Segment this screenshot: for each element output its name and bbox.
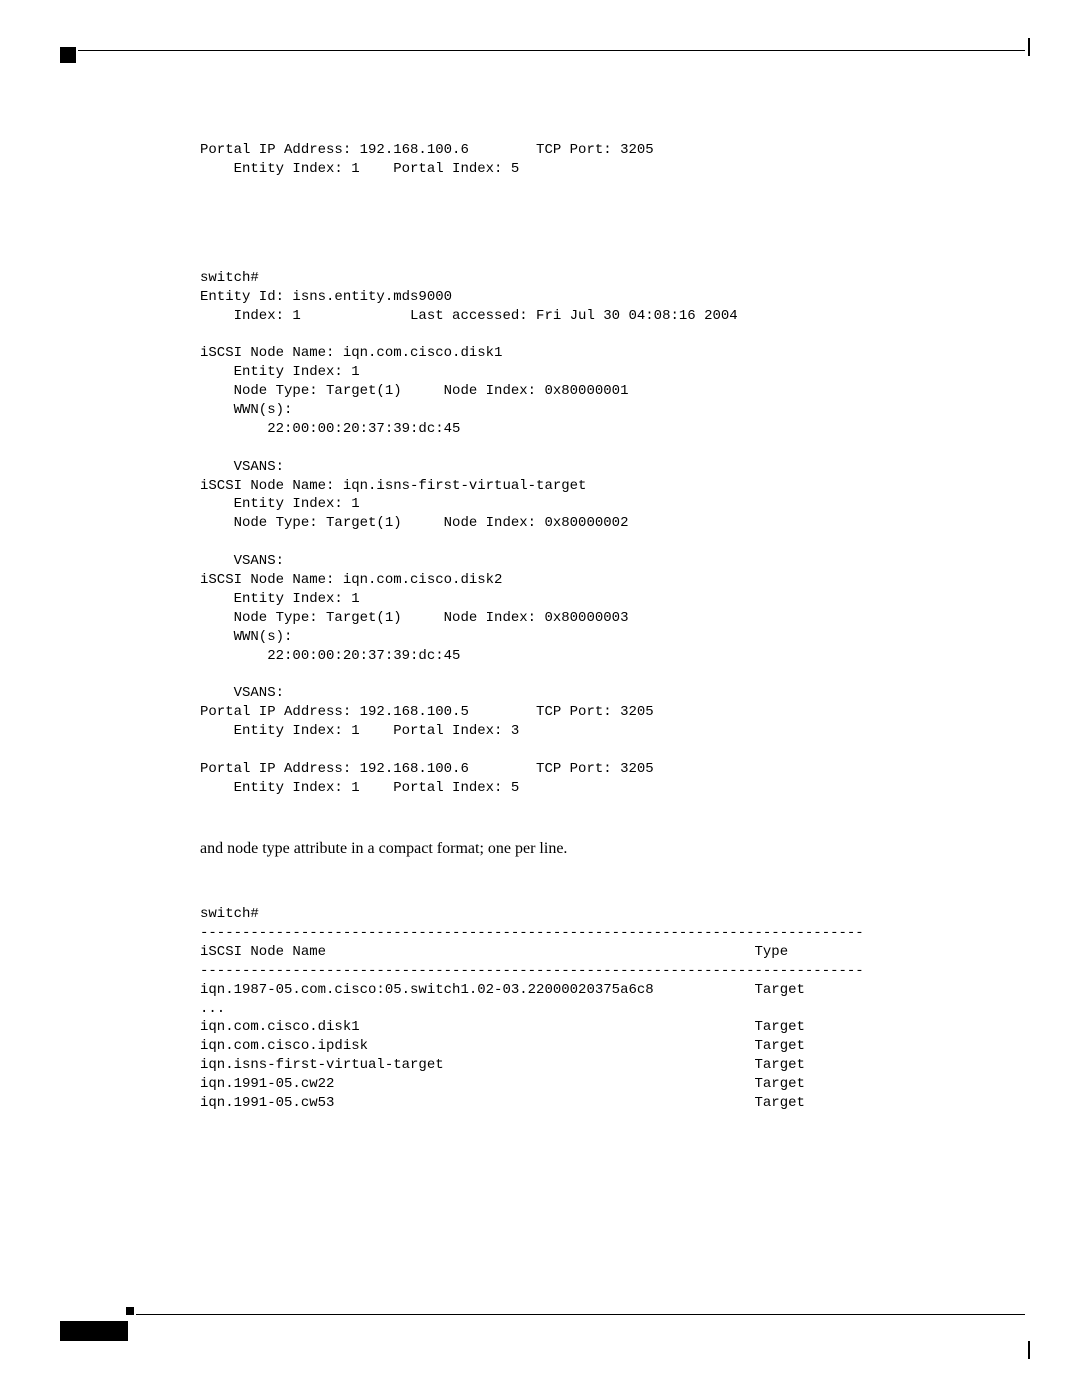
- crop-mark-bottom-right: [1028, 1341, 1030, 1359]
- crop-mark-top-right: [1028, 38, 1030, 56]
- content-area: Portal IP Address: 192.168.100.6 TCP Por…: [60, 51, 1020, 1113]
- black-square-marker: [60, 47, 76, 63]
- small-black-square: [126, 1307, 134, 1315]
- black-bar-bottom: [60, 1321, 128, 1341]
- code-block-2: switch# Entity Id: isns.entity.mds9000 I…: [200, 269, 940, 798]
- code-block-3: switch# --------------------------------…: [200, 905, 940, 1113]
- bottom-rule: [136, 1314, 1025, 1315]
- body-text: and node type attribute in a compact for…: [200, 838, 940, 860]
- code-block-1: Portal IP Address: 192.168.100.6 TCP Por…: [200, 141, 940, 179]
- page-container: Portal IP Address: 192.168.100.6 TCP Por…: [60, 50, 1020, 1347]
